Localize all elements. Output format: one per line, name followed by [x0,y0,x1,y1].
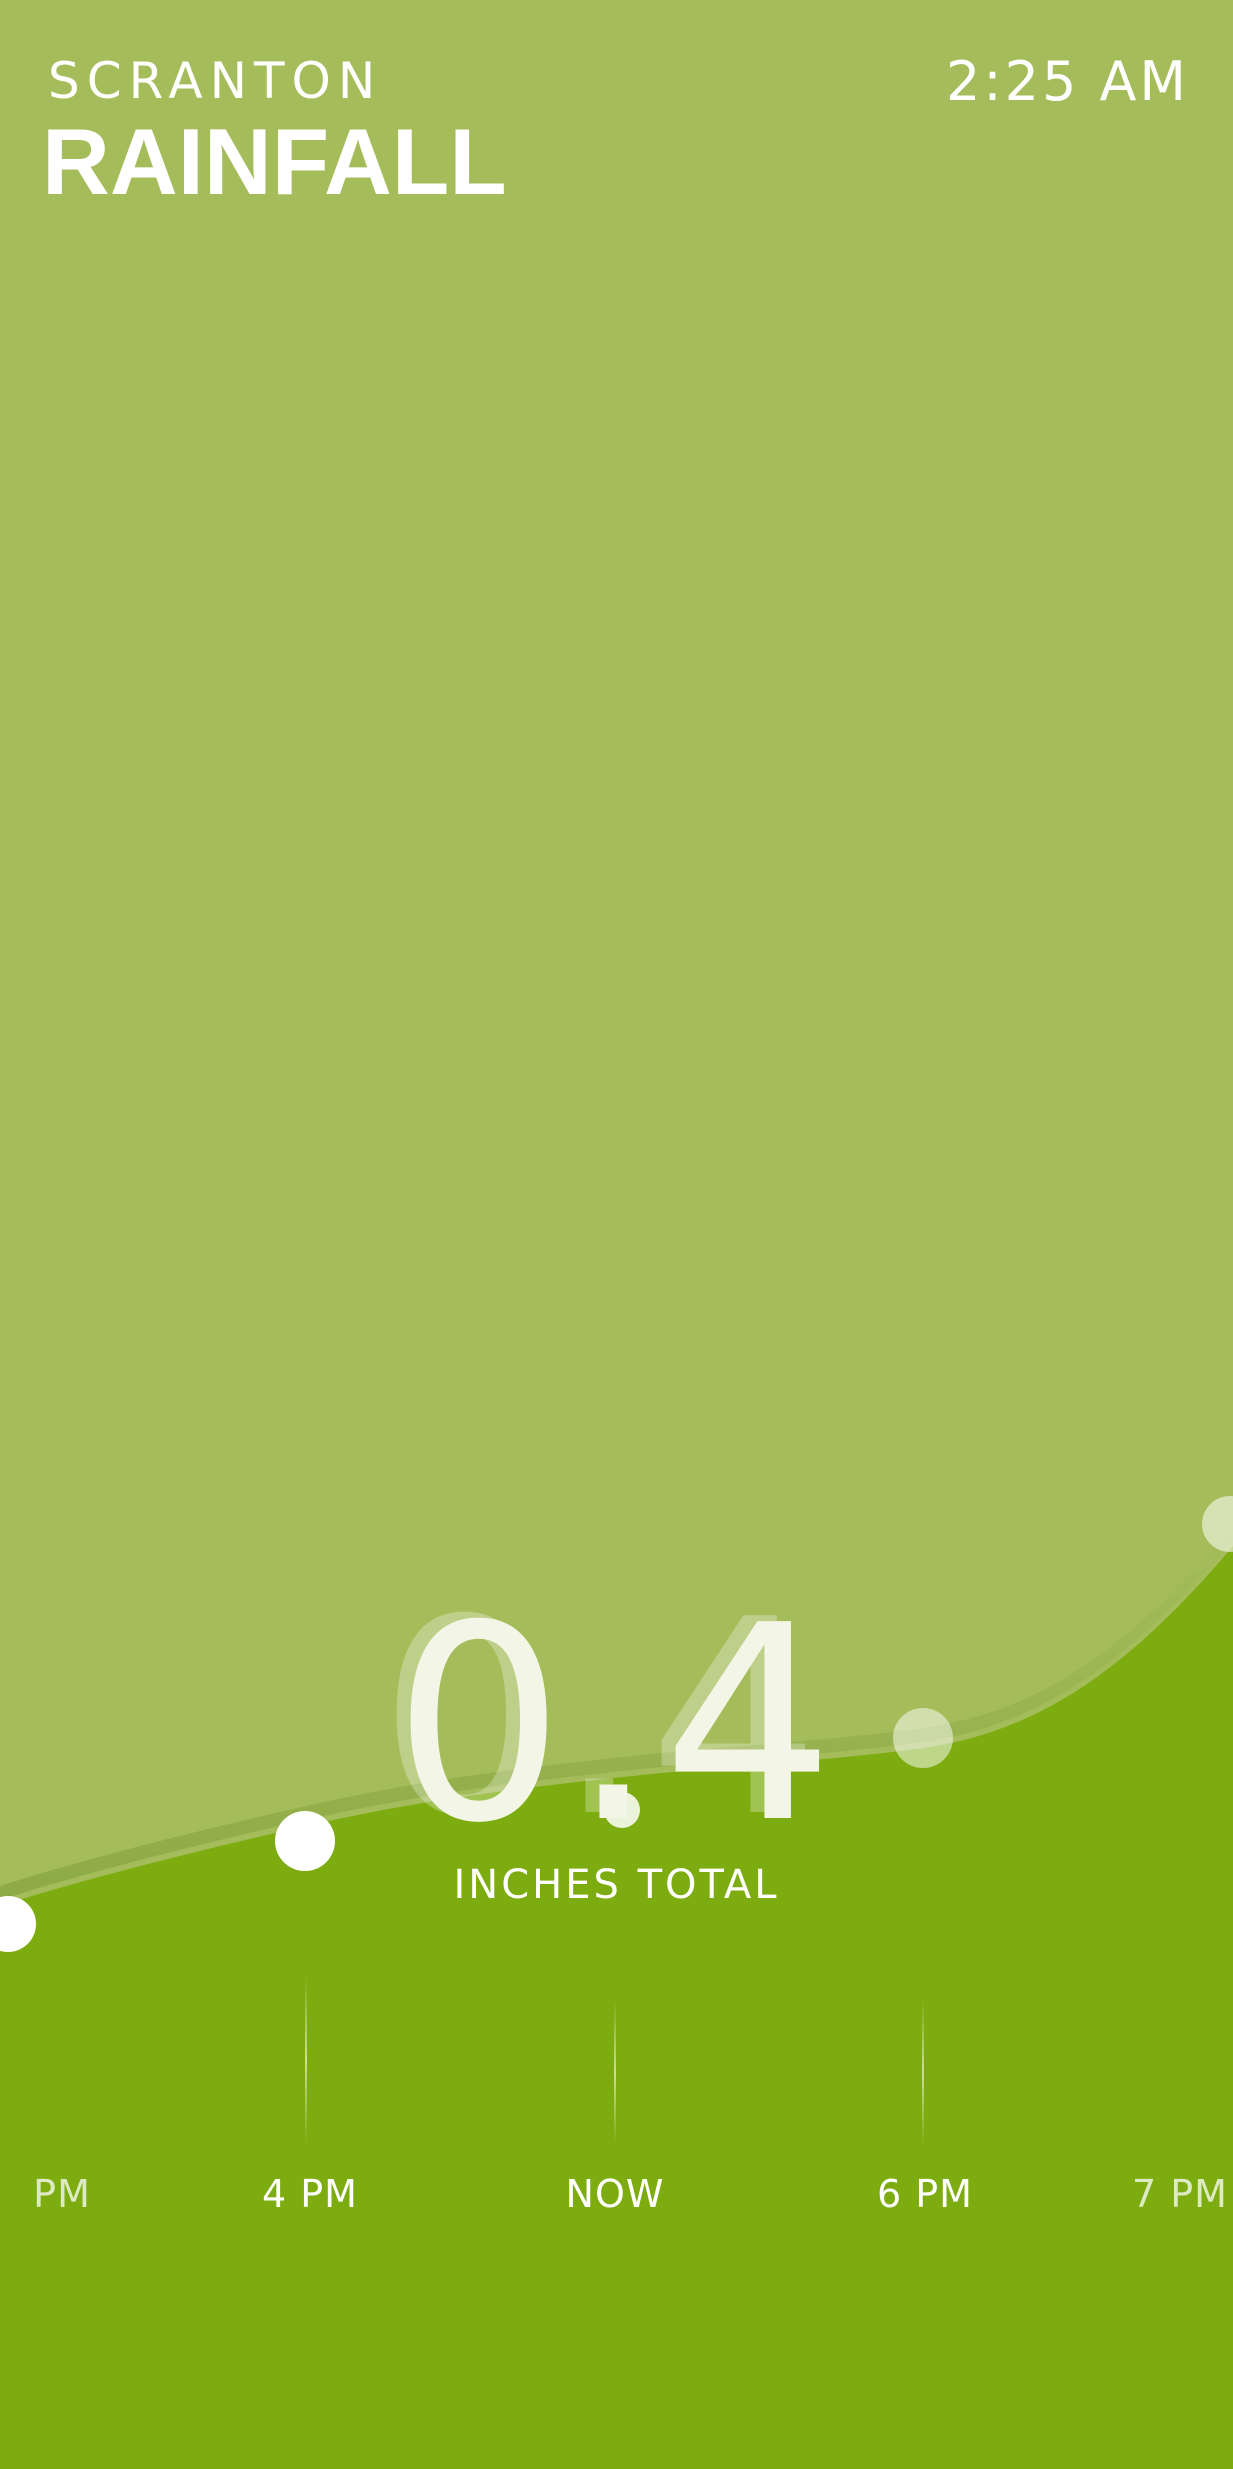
time-label-7pm[interactable]: 7 PM [1132,2172,1228,2216]
city-name: SCRANTON [48,52,383,110]
total-label: INCHES TOTAL [453,1862,780,1908]
total-display: 0.4 [0,1590,1233,1860]
time-label-6pm[interactable]: 6 PM [877,2172,973,2216]
total-value: 0.4 [392,1567,841,1882]
point-7pm [1202,1496,1233,1552]
time-label-now[interactable]: NOW [566,2172,665,2216]
time-label-3pm[interactable]: PM [33,2172,91,2216]
time-label-4pm[interactable]: 4 PM [262,2172,358,2216]
tick-6pm [922,2000,924,2145]
page-title: RAINFALL [42,109,507,214]
tick-4pm [305,1975,307,2145]
clock: 2:25 AM [946,50,1189,113]
rainfall-area-chart [0,1496,1233,2469]
tick-now [614,2000,616,2145]
rainfall-screen: SCRANTON RAINFALL 2:25 AM 0.4 INCHES TOT… [0,0,1233,2469]
